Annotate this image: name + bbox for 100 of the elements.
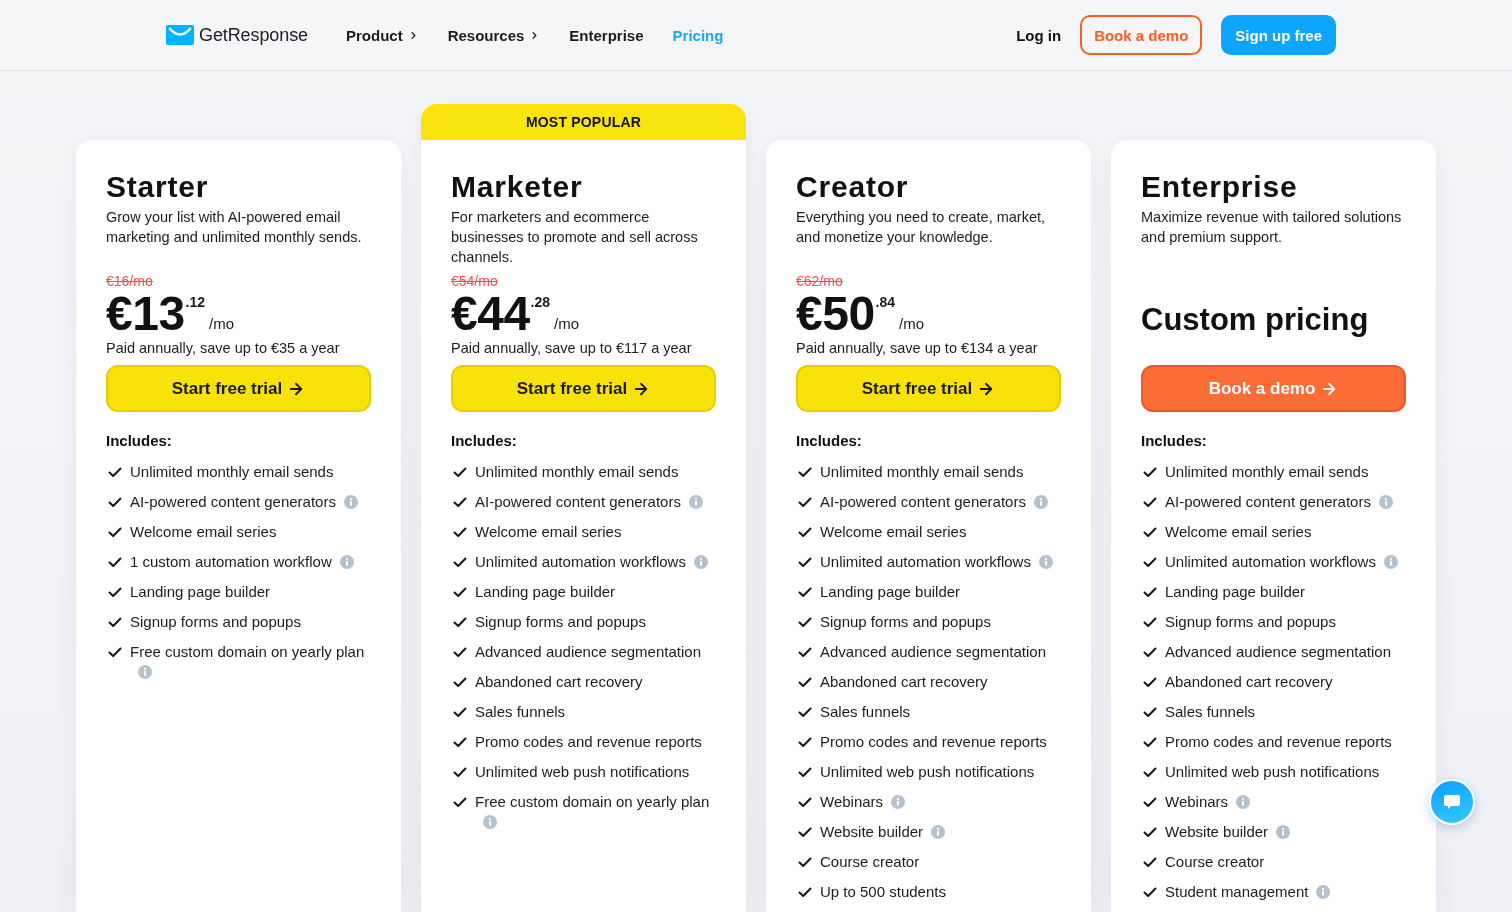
feature-text: Landing page builder bbox=[475, 583, 616, 600]
price-note: Paid annually, save up to €117 a year bbox=[451, 339, 693, 358]
feature-text: Promo codes and revenue reports bbox=[475, 733, 702, 750]
check-icon bbox=[798, 707, 812, 718]
check-icon bbox=[453, 797, 467, 808]
speech-bubble-icon bbox=[1444, 794, 1460, 810]
feature-text: Promo codes and revenue reports bbox=[1165, 733, 1392, 750]
info-icon[interactable] bbox=[1378, 495, 1393, 509]
check-icon bbox=[453, 587, 467, 598]
feature-text: Welcome email series bbox=[475, 523, 622, 540]
check-icon bbox=[1143, 497, 1157, 508]
plan-description: Everything you need to create, market, and monetize your knowledge. bbox=[796, 208, 1047, 247]
info-icon[interactable] bbox=[1038, 555, 1053, 569]
check-icon bbox=[1143, 587, 1157, 598]
feature-text: Welcome email series bbox=[130, 523, 277, 540]
chat-button[interactable] bbox=[1429, 779, 1475, 825]
feature-text: Welcome email series bbox=[1165, 523, 1312, 540]
nav-link[interactable]: Product bbox=[345, 26, 419, 44]
nav-link[interactable]: Resources bbox=[447, 26, 541, 44]
start-trial-button[interactable]: Start free trial bbox=[796, 365, 1061, 412]
start-trial-button[interactable]: Start free trial bbox=[451, 365, 716, 412]
plan-name: Enterprise bbox=[1141, 169, 1299, 205]
feature-text: Abandoned cart recovery bbox=[475, 673, 643, 690]
check-icon bbox=[108, 647, 122, 658]
check-icon bbox=[798, 767, 812, 778]
check-icon bbox=[453, 527, 467, 538]
info-icon[interactable] bbox=[1236, 795, 1251, 809]
check-icon bbox=[453, 497, 467, 508]
price: €13 bbox=[106, 291, 185, 337]
check-icon bbox=[1143, 827, 1157, 838]
info-icon[interactable] bbox=[1316, 885, 1331, 899]
info-icon[interactable] bbox=[483, 815, 497, 829]
price-period: /mo bbox=[899, 315, 925, 333]
check-icon bbox=[108, 617, 122, 628]
feature-text: Unlimited automation workflows bbox=[1165, 553, 1376, 570]
check-icon bbox=[798, 737, 812, 748]
price-cents: .84 bbox=[875, 294, 896, 310]
info-icon[interactable] bbox=[891, 795, 906, 809]
feature-text: Unlimited web push notifications bbox=[1165, 763, 1380, 780]
info-icon[interactable] bbox=[343, 495, 358, 509]
price: €44 bbox=[451, 291, 530, 337]
check-icon bbox=[798, 467, 812, 478]
feature-text: Unlimited monthly email sends bbox=[1165, 463, 1369, 480]
check-icon bbox=[108, 467, 122, 478]
info-icon[interactable] bbox=[339, 555, 354, 569]
check-icon bbox=[798, 887, 812, 898]
includes-heading: Includes: bbox=[106, 431, 173, 451]
old-price: €16/mo bbox=[106, 272, 153, 291]
plan-name: Marketer bbox=[451, 169, 584, 205]
feature-text: Unlimited web push notifications bbox=[475, 763, 690, 780]
price-note: Paid annually, save up to €134 a year bbox=[796, 339, 1039, 358]
info-icon[interactable] bbox=[688, 495, 703, 509]
feature-text: Up to 500 students bbox=[820, 883, 946, 900]
check-icon bbox=[798, 827, 812, 838]
plan-badge: MOST POPULAR bbox=[421, 104, 746, 140]
feature-text: Landing page builder bbox=[130, 583, 271, 600]
check-icon bbox=[1143, 467, 1157, 478]
feature-text: Unlimited automation workflows bbox=[820, 553, 1031, 570]
price-period: /mo bbox=[209, 315, 235, 333]
login-link[interactable]: Log in bbox=[1016, 26, 1062, 44]
feature-text: AI-powered content generators bbox=[820, 493, 1026, 510]
check-icon bbox=[108, 527, 122, 538]
check-icon bbox=[453, 647, 467, 658]
check-icon bbox=[1143, 647, 1157, 658]
feature-text: Advanced audience segmentation bbox=[475, 643, 701, 660]
plan-description: Grow your list with AI-powered email marketing and unlimited monthly sends. bbox=[106, 208, 363, 247]
check-icon bbox=[453, 467, 467, 478]
feature-text: Advanced audience segmentation bbox=[1165, 643, 1391, 660]
feature-text: Website builder bbox=[1165, 823, 1269, 840]
nav-link[interactable]: Enterprise bbox=[569, 26, 644, 44]
check-icon bbox=[1143, 767, 1157, 778]
price-period: /mo bbox=[554, 315, 580, 333]
check-icon bbox=[1143, 707, 1157, 718]
check-icon bbox=[798, 617, 812, 628]
info-icon[interactable] bbox=[1033, 495, 1048, 509]
check-icon bbox=[1143, 857, 1157, 868]
check-icon bbox=[1143, 617, 1157, 628]
start-trial-button[interactable]: Start free trial bbox=[106, 365, 371, 412]
includes-heading: Includes: bbox=[796, 431, 863, 451]
feature-text: 1 custom automation workflow bbox=[130, 553, 332, 570]
check-icon bbox=[798, 557, 812, 568]
info-icon[interactable] bbox=[1276, 825, 1291, 839]
check-icon bbox=[798, 587, 812, 598]
feature-text: Unlimited web push notifications bbox=[820, 763, 1035, 780]
feature-text: Webinars bbox=[820, 793, 884, 810]
info-icon[interactable] bbox=[138, 665, 152, 679]
feature-text: Sales funnels bbox=[475, 703, 566, 720]
check-icon bbox=[798, 647, 812, 658]
check-icon bbox=[798, 527, 812, 538]
feature-text: Free custom domain on yearly plan bbox=[475, 793, 710, 810]
info-icon[interactable] bbox=[693, 555, 708, 569]
feature-text: Sales funnels bbox=[820, 703, 911, 720]
envelope-smile-icon bbox=[166, 25, 194, 45]
plan-description: Maximize revenue with tailored solutions and premium support. bbox=[1141, 208, 1403, 247]
feature-text: Course creator bbox=[820, 853, 920, 870]
check-icon bbox=[453, 707, 467, 718]
check-icon bbox=[108, 557, 122, 568]
feature-text: Website builder bbox=[820, 823, 924, 840]
info-icon[interactable] bbox=[1383, 555, 1398, 569]
info-icon[interactable] bbox=[931, 825, 946, 839]
